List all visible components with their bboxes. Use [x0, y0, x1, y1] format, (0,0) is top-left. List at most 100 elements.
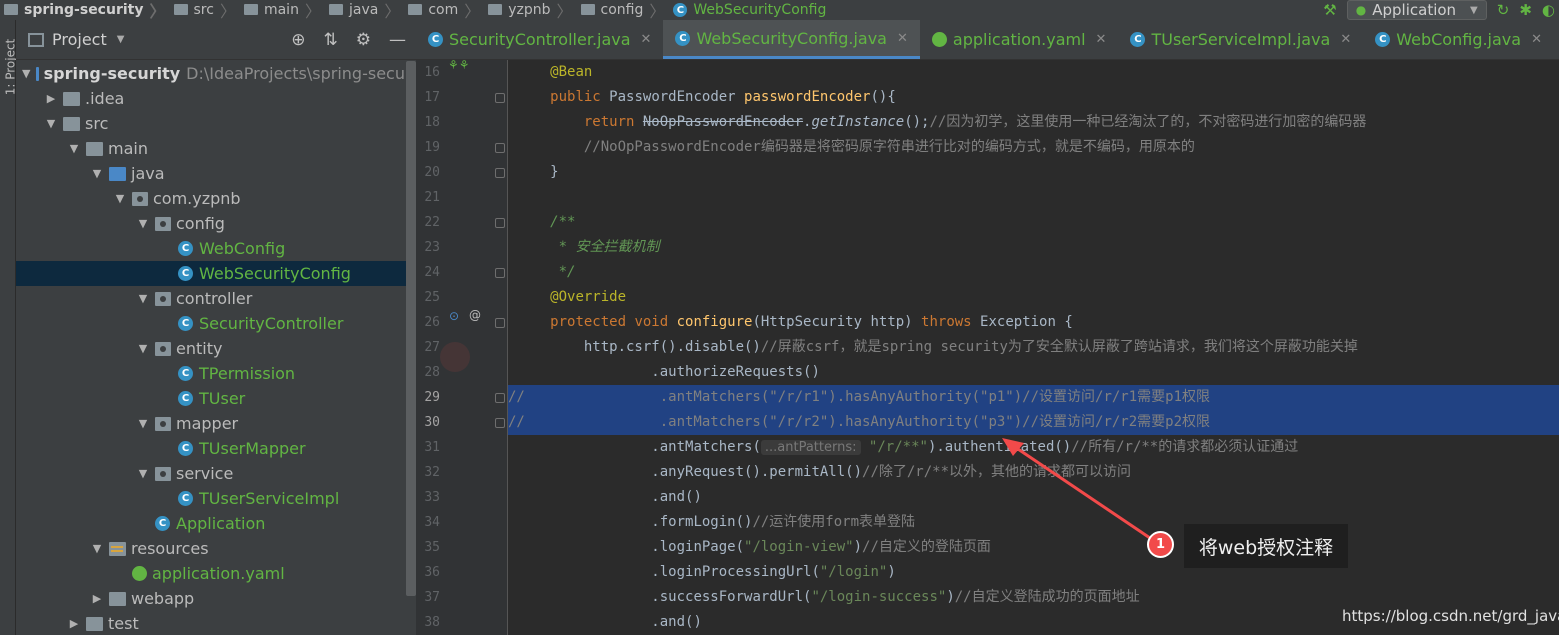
line-number: 19	[424, 140, 440, 155]
tree-item-tuser[interactable]: ▶CTUser	[16, 386, 416, 411]
breadcrumb-item-java[interactable]: java 〉	[325, 0, 404, 20]
tree-item-securitycontroller[interactable]: ▶CSecurityController	[16, 311, 416, 336]
expand-closed-icon[interactable]: ▶	[45, 92, 57, 105]
tree-item-idea[interactable]: ▶ .idea	[16, 86, 416, 111]
expand-open-icon[interactable]: ▼	[137, 292, 149, 305]
tree-item-test[interactable]: ▶ test	[16, 611, 416, 635]
tree-item-main[interactable]: ▼ main	[16, 136, 416, 161]
tab-websecurityconfig-java[interactable]: C WebSecurityConfig.java ✕	[663, 20, 920, 59]
fold-marker-icon[interactable]	[495, 393, 505, 403]
fold-marker-icon[interactable]	[495, 318, 505, 328]
build-hammer-icon[interactable]: ⚒	[1323, 1, 1336, 19]
rerun-icon[interactable]: ↻	[1497, 1, 1510, 19]
tree-item-webconfig[interactable]: ▶CWebConfig	[16, 236, 416, 261]
class-icon: C	[428, 32, 443, 47]
code-token: .loginPage(	[651, 539, 745, 555]
code-token: "/login-view"	[744, 539, 854, 555]
breadcrumb-item-websecurityconfig[interactable]: C WebSecurityConfig	[669, 0, 830, 20]
debug-bug-icon[interactable]: ✱	[1519, 1, 1532, 19]
expand-open-icon[interactable]: ▼	[137, 417, 149, 430]
tab-label: WebSecurityConfig.java	[696, 28, 887, 48]
fold-marker-icon[interactable]	[495, 168, 505, 178]
tree-item-webapp[interactable]: ▶ webapp	[16, 586, 416, 611]
project-view-selector[interactable]: Project	[52, 30, 107, 49]
tree-item-config[interactable]: ▼ config	[16, 211, 416, 236]
expand-open-icon[interactable]: ▼	[45, 117, 57, 130]
expand-open-icon[interactable]: ▼	[114, 192, 126, 205]
tab-webconfig-java[interactable]: C WebConfig.java ✕	[1363, 20, 1554, 59]
tree-item-tpermission[interactable]: ▶CTPermission	[16, 361, 416, 386]
tab-tuserserviceimpl-java[interactable]: C TUserServiceImpl.java ✕	[1118, 20, 1363, 59]
breadcrumb-label: java	[348, 2, 379, 18]
tree-item-tuserserviceimpl[interactable]: ▶CTUserServiceImpl	[16, 486, 416, 511]
breadcrumb-item-spring-security[interactable]: spring-security 〉	[0, 0, 170, 20]
collapse-all-icon[interactable]: ⇅	[324, 30, 338, 50]
code-editor[interactable]: @Bean public PasswordEncoder passwordEnc…	[508, 60, 1559, 635]
tree-item-tusermapper[interactable]: ▶CTUserMapper	[16, 436, 416, 461]
coverage-shield-icon[interactable]: ◐	[1542, 1, 1555, 19]
breadcrumb-item-config[interactable]: config 〉	[577, 0, 670, 20]
editor-tabs: C SecurityController.java ✕ C WebSecurityCon…	[416, 20, 1559, 60]
package-icon	[155, 341, 171, 356]
close-icon[interactable]: ✕	[1340, 32, 1351, 47]
locate-target-icon[interactable]: ⊕	[291, 30, 305, 50]
hide-panel-icon[interactable]: —	[389, 30, 406, 50]
package-icon	[132, 191, 148, 206]
code-line: .authorizeRequests()	[508, 360, 1559, 385]
tree-item-controller[interactable]: ▼ controller	[16, 286, 416, 311]
tree-item-src[interactable]: ▼ src	[16, 111, 416, 136]
tree-item-label: service	[176, 464, 234, 483]
bean-run-icon[interactable]: ⚘⚘	[448, 58, 470, 72]
gear-icon[interactable]: ⚙	[356, 30, 371, 50]
tree-item-application[interactable]: ▶CApplication	[16, 511, 416, 536]
class-icon: C	[178, 391, 193, 406]
breadcrumb-item-com[interactable]: com 〉	[404, 0, 484, 20]
fold-marker-icon[interactable]	[495, 418, 505, 428]
class-icon: C	[675, 30, 691, 46]
project-tree-scrollbar[interactable]	[406, 61, 416, 596]
tree-item-mapper[interactable]: ▼ mapper	[16, 411, 416, 436]
expand-open-icon[interactable]: ▼	[137, 467, 149, 480]
run-configuration-select[interactable]: ● Application ▼	[1346, 0, 1487, 20]
chevron-right-icon: 〉	[219, 2, 236, 20]
expand-open-icon[interactable]: ▼	[137, 217, 149, 230]
tab-securitycontroller-java[interactable]: C SecurityController.java ✕	[416, 20, 663, 59]
line-number: 18	[424, 115, 440, 130]
navigation-bar: spring-security 〉 src 〉 main 〉 java 〉 com 〉 yzpnb 〉…	[0, 0, 1559, 20]
expand-closed-icon[interactable]: ▶	[68, 617, 80, 630]
tree-item-java[interactable]: ▼ java	[16, 161, 416, 186]
tree-item-service[interactable]: ▼ service	[16, 461, 416, 486]
fold-marker-icon[interactable]	[495, 268, 505, 278]
tree-item-label: WebConfig	[199, 239, 286, 258]
tree-item-application-yaml[interactable]: ▶application.yaml	[16, 561, 416, 586]
tree-item-com-yzpnb[interactable]: ▼ com.yzpnb	[16, 186, 416, 211]
folder-icon	[580, 3, 595, 15]
tree-item-entity[interactable]: ▼ entity	[16, 336, 416, 361]
breadcrumb-item-yzpnb[interactable]: yzpnb 〉	[484, 0, 576, 20]
expand-open-icon[interactable]: ▼	[22, 67, 30, 80]
fold-marker-icon[interactable]	[495, 143, 505, 153]
expand-open-icon[interactable]: ▼	[68, 142, 80, 155]
tree-item-resources[interactable]: ▼ resources	[16, 536, 416, 561]
close-icon[interactable]: ✕	[641, 32, 652, 47]
tree-item-spring-security[interactable]: ▼ spring-security D:\IdeaProjects\spring-s…	[16, 61, 416, 86]
expand-open-icon[interactable]: ▼	[137, 342, 149, 355]
fold-marker-icon[interactable]	[495, 93, 505, 103]
line-number: 16	[424, 65, 440, 80]
breadcrumb-item-main[interactable]: main 〉	[240, 0, 325, 20]
code-token: .antMatchers("/r/r2").hasAnyAuthority("p…	[524, 414, 1211, 430]
expand-open-icon[interactable]: ▼	[91, 542, 103, 555]
expand-closed-icon[interactable]: ▶	[91, 592, 103, 605]
close-icon[interactable]: ✕	[1096, 32, 1107, 47]
code-token: .and()	[651, 614, 702, 630]
expand-open-icon[interactable]: ▼	[91, 167, 103, 180]
tab-application-yaml[interactable]: application.yaml ✕	[920, 20, 1119, 59]
fold-marker-icon[interactable]	[495, 218, 505, 228]
breadcrumb-item-src[interactable]: src 〉	[170, 0, 240, 20]
tree-item-websecurityconfig[interactable]: ▶CWebSecurityConfig	[16, 261, 416, 286]
close-icon[interactable]: ✕	[1531, 32, 1542, 47]
override-icon[interactable]: ⊙	[449, 309, 459, 323]
chevron-down-icon[interactable]: ▼	[117, 34, 125, 45]
tree-item-label: SecurityController	[199, 314, 344, 333]
close-icon[interactable]: ✕	[897, 31, 908, 46]
